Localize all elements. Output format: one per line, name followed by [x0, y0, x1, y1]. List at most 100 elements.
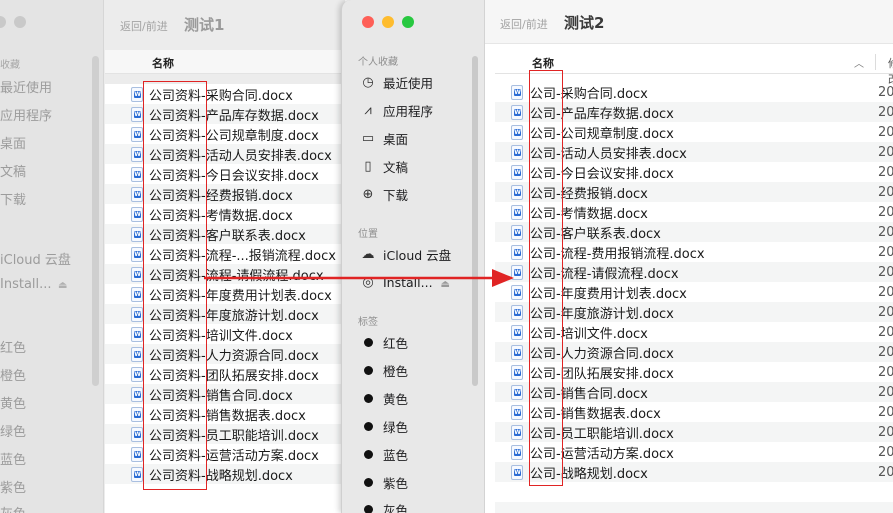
- word-document-icon: [131, 286, 143, 302]
- sidebar-tag-blue[interactable]: 蓝色: [0, 449, 26, 468]
- sidebar-scrollbar[interactable]: [92, 56, 99, 386]
- file-date: 20: [878, 144, 893, 160]
- file-row[interactable]: 公司资料-人力资源合同.docx: [105, 344, 345, 364]
- cloud-icon: ☁: [361, 246, 375, 262]
- sidebar-item-icloud[interactable]: iCloud 云盘: [0, 249, 71, 268]
- word-document-icon: [131, 86, 143, 102]
- file-row[interactable]: 公司资料-活动人员安排表.docx: [105, 144, 345, 164]
- word-document-icon: [511, 384, 523, 400]
- file-date: 20: [878, 244, 893, 260]
- minimize-button[interactable]: [382, 16, 394, 28]
- word-document-icon: [131, 126, 143, 142]
- word-document-icon: [131, 406, 143, 422]
- file-row[interactable]: 公司资料-经费报销.docx: [105, 184, 345, 204]
- tag-red[interactable]: 红色: [360, 332, 408, 352]
- file-row[interactable]: 公司资料-战略规划.docx: [105, 464, 345, 484]
- sidebar-tag-yellow[interactable]: 黄色: [0, 393, 26, 412]
- word-document-icon: [511, 324, 523, 340]
- word-document-icon: [511, 404, 523, 420]
- sidebar-item-desktop[interactable]: ▭ 桌面: [360, 128, 408, 148]
- eject-icon[interactable]: ⏏: [441, 279, 450, 290]
- word-document-icon: [511, 124, 523, 140]
- column-header-name[interactable]: 名称: [152, 55, 174, 71]
- file-row[interactable]: 公司资料-产品库存数据.docx: [105, 104, 345, 124]
- sidebar-item-recents[interactable]: ◷ 最近使用: [360, 72, 433, 92]
- sidebar-item-applications[interactable]: ⩘ 应用程序: [360, 100, 433, 120]
- file-row[interactable]: 公司资料-采购合同.docx: [105, 84, 345, 104]
- eject-icon[interactable]: ⏏: [58, 280, 67, 291]
- sidebar-scrollbar[interactable]: [472, 56, 478, 386]
- sidebar-item-icloud[interactable]: ☁ iCloud 云盘: [360, 244, 452, 264]
- tag-blue[interactable]: 蓝色: [360, 444, 408, 464]
- sidebar-item-documents[interactable]: 文稿: [0, 161, 26, 180]
- sidebar-item-recents[interactable]: 最近使用: [0, 77, 52, 96]
- file-date: 20: [878, 84, 893, 100]
- file-date: 20: [878, 224, 893, 240]
- sidebar-item-desktop[interactable]: 桌面: [0, 133, 26, 152]
- file-row[interactable]: 公司资料-年度费用计划表.docx: [105, 284, 345, 304]
- file-row[interactable]: 公司资料-流程-...报销流程.docx: [105, 244, 345, 264]
- word-document-icon: [131, 246, 143, 262]
- close-button[interactable]: [0, 16, 6, 28]
- tag-dot-icon: [364, 365, 373, 375]
- tag-purple[interactable]: 紫色: [360, 472, 408, 492]
- word-document-icon: [511, 164, 523, 180]
- word-document-icon: [511, 204, 523, 220]
- sidebar-section-favorites: 收藏: [0, 60, 20, 71]
- tag-gray[interactable]: 灰色: [360, 499, 408, 513]
- sidebar-item-downloads[interactable]: 下载: [0, 189, 26, 208]
- column-header-name[interactable]: 名称: [532, 55, 554, 71]
- back-forward-label[interactable]: 返回/前进: [500, 16, 548, 32]
- close-button[interactable]: [362, 16, 374, 28]
- file-row[interactable]: 公司资料-年度旅游计划.docx: [105, 304, 345, 324]
- file-row[interactable]: 公司资料-客户联系表.docx: [105, 224, 345, 244]
- sidebar-item-install[interactable]: Install...: [0, 277, 52, 292]
- sidebar-item-install[interactable]: ◎ Install...: [360, 272, 432, 292]
- file-row[interactable]: 公司资料-销售合同.docx: [105, 384, 345, 404]
- sidebar-item-documents[interactable]: ▯ 文稿: [360, 156, 408, 176]
- tag-green[interactable]: 绿色: [360, 416, 408, 436]
- list-row-empty: [495, 502, 893, 513]
- file-date: 20: [878, 324, 893, 340]
- word-document-icon: [131, 186, 143, 202]
- file-row[interactable]: 公司资料-考情数据.docx: [105, 204, 345, 224]
- sidebar-tag-orange[interactable]: 橙色: [0, 365, 26, 384]
- sidebar-tag-purple[interactable]: 紫色: [0, 477, 26, 496]
- sidebar-item-applications[interactable]: 应用程序: [0, 105, 52, 124]
- clock-icon: ◷: [362, 74, 374, 90]
- file-date: 20: [878, 264, 893, 280]
- file-row[interactable]: 公司资料-团队拓展安排.docx: [105, 364, 345, 384]
- word-document-icon: [131, 466, 143, 482]
- word-document-icon: [511, 224, 523, 240]
- file-row[interactable]: 公司资料-运营活动方案.docx: [105, 444, 345, 464]
- tag-dot-icon: [364, 449, 373, 459]
- sidebar-tag-red[interactable]: 红色: [0, 337, 26, 356]
- file-row[interactable]: 公司资料-流程-请假流程.docx: [105, 264, 345, 284]
- download-icon: ⊕: [362, 186, 374, 202]
- sidebar-item-downloads[interactable]: ⊕ 下载: [360, 184, 408, 204]
- file-row[interactable]: 公司资料-公司规章制度.docx: [105, 124, 345, 144]
- file-date: 20: [878, 164, 893, 180]
- file-row[interactable]: 公司资料-今日会议安排.docx: [105, 164, 345, 184]
- back-forward-label[interactable]: 返回/前进: [120, 18, 168, 34]
- column-divider[interactable]: [875, 54, 876, 70]
- minimize-button[interactable]: [14, 16, 26, 28]
- file-date: 20: [878, 184, 893, 200]
- file-date: 20: [878, 344, 893, 360]
- word-document-icon: [511, 144, 523, 160]
- sidebar-tag-gray[interactable]: 灰色: [0, 503, 26, 513]
- file-row[interactable]: 公司资料-销售数据表.docx: [105, 404, 345, 424]
- tag-orange[interactable]: 橙色: [360, 360, 408, 380]
- sort-chevron-icon[interactable]: ︿: [854, 55, 864, 70]
- file-row[interactable]: 公司资料-培训文件.docx: [105, 324, 345, 344]
- finder-sidebar-window: 个人收藏 ◷ 最近使用 ⩘ 应用程序 ▭ 桌面 ▯ 文稿 ⊕ 下载 位置 ☁ iCloud …: [341, 0, 485, 513]
- word-document-icon: [511, 444, 523, 460]
- file-row[interactable]: 公司资料-员工职能培训.docx: [105, 424, 345, 444]
- word-document-icon: [131, 386, 143, 402]
- sidebar-tag-green[interactable]: 绿色: [0, 421, 26, 440]
- word-document-icon: [131, 146, 143, 162]
- word-document-icon: [131, 206, 143, 222]
- window-controls: [362, 16, 414, 28]
- zoom-button[interactable]: [402, 16, 414, 28]
- tag-yellow[interactable]: 黄色: [360, 388, 408, 408]
